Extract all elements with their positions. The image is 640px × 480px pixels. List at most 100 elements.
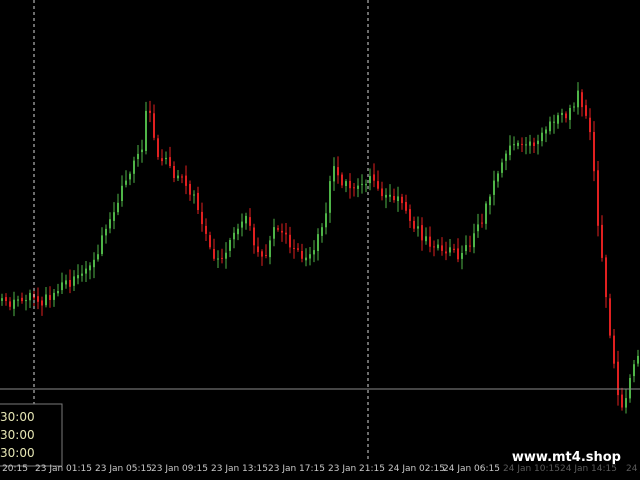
candle-bull <box>509 145 511 156</box>
candle-bull <box>473 233 475 248</box>
candle-bull <box>385 194 387 198</box>
candle-bull <box>53 292 55 300</box>
candle-bull <box>545 129 547 134</box>
candle-bull <box>45 294 47 306</box>
candle-bull <box>573 106 575 108</box>
candle-bull <box>505 153 507 161</box>
candle-bear <box>5 297 7 301</box>
candle-bear <box>9 301 11 307</box>
candle-bull <box>561 112 563 115</box>
candle-bull <box>397 196 399 201</box>
candle-bull <box>141 149 143 153</box>
candle-bear <box>341 174 343 186</box>
candle-bull <box>237 228 239 235</box>
candle-bull <box>489 196 491 206</box>
candle-bull <box>465 245 467 252</box>
candle-bear <box>285 232 287 235</box>
candle-bull <box>309 254 311 259</box>
x-tick-label: 23 Jan 20:15 <box>0 464 28 474</box>
candle-bull <box>541 132 543 142</box>
candle-bull <box>425 236 427 242</box>
candle-bull <box>389 194 391 197</box>
candle-bull <box>369 176 371 184</box>
candle-bear <box>281 230 283 233</box>
candle-bear <box>593 132 595 172</box>
candle-bear <box>405 202 407 211</box>
x-axis: 23 Jan 20:1523 Jan 01:1523 Jan 05:1523 J… <box>0 464 640 474</box>
candle-bear <box>289 234 291 248</box>
candle-bull <box>493 180 495 195</box>
candle-bull <box>637 355 639 364</box>
candle-bull <box>625 398 627 408</box>
candle-bear <box>597 170 599 226</box>
candle-bull <box>629 378 631 399</box>
candle-bull <box>57 291 59 294</box>
candle-bear <box>613 335 615 364</box>
candle-bull <box>569 108 571 120</box>
candle-bear <box>349 180 351 189</box>
candle-bull <box>17 299 19 301</box>
watermark: www.mt4.shop <box>512 450 621 465</box>
price-chart: 30:00 30:00 30:00 23 Jan 20:15 23 Jan 01:… <box>0 0 640 474</box>
candle-bear <box>153 113 155 138</box>
info-panel: 30:00 30:00 30:00 <box>0 403 63 467</box>
info-line-1: 30:00 <box>0 410 35 424</box>
candle-bull <box>537 140 539 145</box>
candle-bull <box>25 300 27 302</box>
candle-bear <box>617 361 619 396</box>
candle-bear <box>381 188 383 197</box>
candle-bull <box>313 250 315 255</box>
candle-bear <box>605 257 607 298</box>
candle-bear <box>585 105 587 116</box>
candle-bull <box>117 202 119 213</box>
x-tick-label: 23 Jan 09:15 <box>151 464 208 474</box>
candle-bull <box>245 215 247 224</box>
candle-bull <box>361 183 363 185</box>
candle-bull <box>529 141 531 146</box>
candle-bull <box>549 121 551 132</box>
candle-bear <box>249 217 251 226</box>
candle-bull <box>109 219 111 229</box>
candle-bear <box>221 257 223 259</box>
candle-bull <box>497 173 499 182</box>
candle-bear <box>373 174 375 181</box>
candle-bull <box>449 247 451 253</box>
candle-bull <box>633 364 635 377</box>
x-tick-label: 23 Jan 01:15 <box>35 464 92 474</box>
candle-bull <box>317 234 319 251</box>
x-tick-label: 24 Jan 06:15 <box>443 464 500 474</box>
x-tick-label: 23 Jan 17:15 <box>268 464 325 474</box>
candle-bear <box>201 211 203 225</box>
candle-bull <box>125 180 127 185</box>
candle-bull <box>525 144 527 146</box>
candle-bull <box>13 299 15 309</box>
candle-bear <box>181 176 183 178</box>
candle-bull <box>1 298 3 301</box>
x-tick-label: 23 Jan 13:15 <box>211 464 268 474</box>
candle-bull <box>461 253 463 259</box>
candle-bear <box>609 298 611 336</box>
candle-bull <box>77 275 79 279</box>
candle-bear <box>621 394 623 408</box>
x-tick-label: 24 Jan 14:15 <box>560 464 617 474</box>
candle-bull <box>325 213 327 228</box>
candle-bear <box>469 245 471 247</box>
candle-bear <box>261 251 263 257</box>
candle-bear <box>445 251 447 254</box>
candle-bull <box>365 184 367 186</box>
candle-bear <box>353 187 355 189</box>
candle-bear <box>581 92 583 108</box>
candle-bull <box>305 257 307 261</box>
candle-bull <box>273 227 275 239</box>
candles-layer <box>1 82 639 414</box>
candle-bull <box>477 224 479 232</box>
candle-bull <box>105 228 107 236</box>
candle-bear <box>393 196 395 201</box>
candle-bear <box>213 249 215 259</box>
candle-bear <box>457 248 459 260</box>
candle-bull <box>65 280 67 285</box>
candle-bull <box>557 115 559 124</box>
candle-bull <box>437 244 439 249</box>
candle-bear <box>173 166 175 178</box>
candle-bull <box>101 235 103 254</box>
